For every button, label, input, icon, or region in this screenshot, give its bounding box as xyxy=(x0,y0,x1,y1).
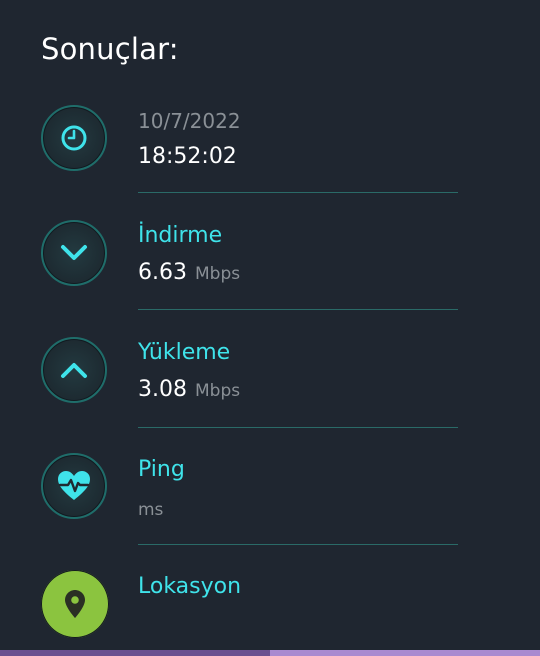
upload-value: 3.08 Mbps xyxy=(138,377,240,402)
results-screen: Sonuçlar: 10/7/2022 18:52:02 İndirme 6.6… xyxy=(0,0,540,656)
ping-value: ms xyxy=(138,500,163,520)
location-label: Lokasyon xyxy=(138,574,242,599)
upload-label: Yükleme xyxy=(138,340,231,365)
bottom-bar-right xyxy=(270,650,540,656)
divider xyxy=(138,427,458,428)
bottom-bar-left xyxy=(0,650,270,656)
ping-unit: ms xyxy=(138,500,164,520)
ping-label: Ping xyxy=(138,457,185,482)
upload-row: Yükleme 3.08 Mbps xyxy=(0,322,540,439)
download-row: İndirme 6.63 Mbps xyxy=(0,205,540,322)
location-pin-icon xyxy=(41,570,109,638)
divider xyxy=(138,544,458,545)
result-date: 10/7/2022 xyxy=(138,109,241,133)
result-time: 18:52:02 xyxy=(138,144,237,169)
chevron-down-icon xyxy=(41,220,107,286)
location-row[interactable]: Lokasyon xyxy=(0,557,540,656)
download-value: 6.63 Mbps xyxy=(138,260,240,285)
download-label: İndirme xyxy=(138,223,223,248)
results-title: Sonuçlar: xyxy=(41,32,179,66)
upload-unit: Mbps xyxy=(194,381,241,401)
download-unit: Mbps xyxy=(194,264,241,284)
divider xyxy=(138,192,458,193)
heart-pulse-icon xyxy=(41,453,107,519)
upload-speed: 3.08 xyxy=(138,377,187,402)
clock-icon xyxy=(41,105,107,171)
datetime-row: 10/7/2022 18:52:02 xyxy=(0,88,540,205)
divider xyxy=(138,309,458,310)
ping-row: Ping ms xyxy=(0,440,540,557)
download-speed: 6.63 xyxy=(138,260,187,285)
chevron-up-icon xyxy=(41,337,107,403)
bottom-progress-bar xyxy=(0,650,540,656)
